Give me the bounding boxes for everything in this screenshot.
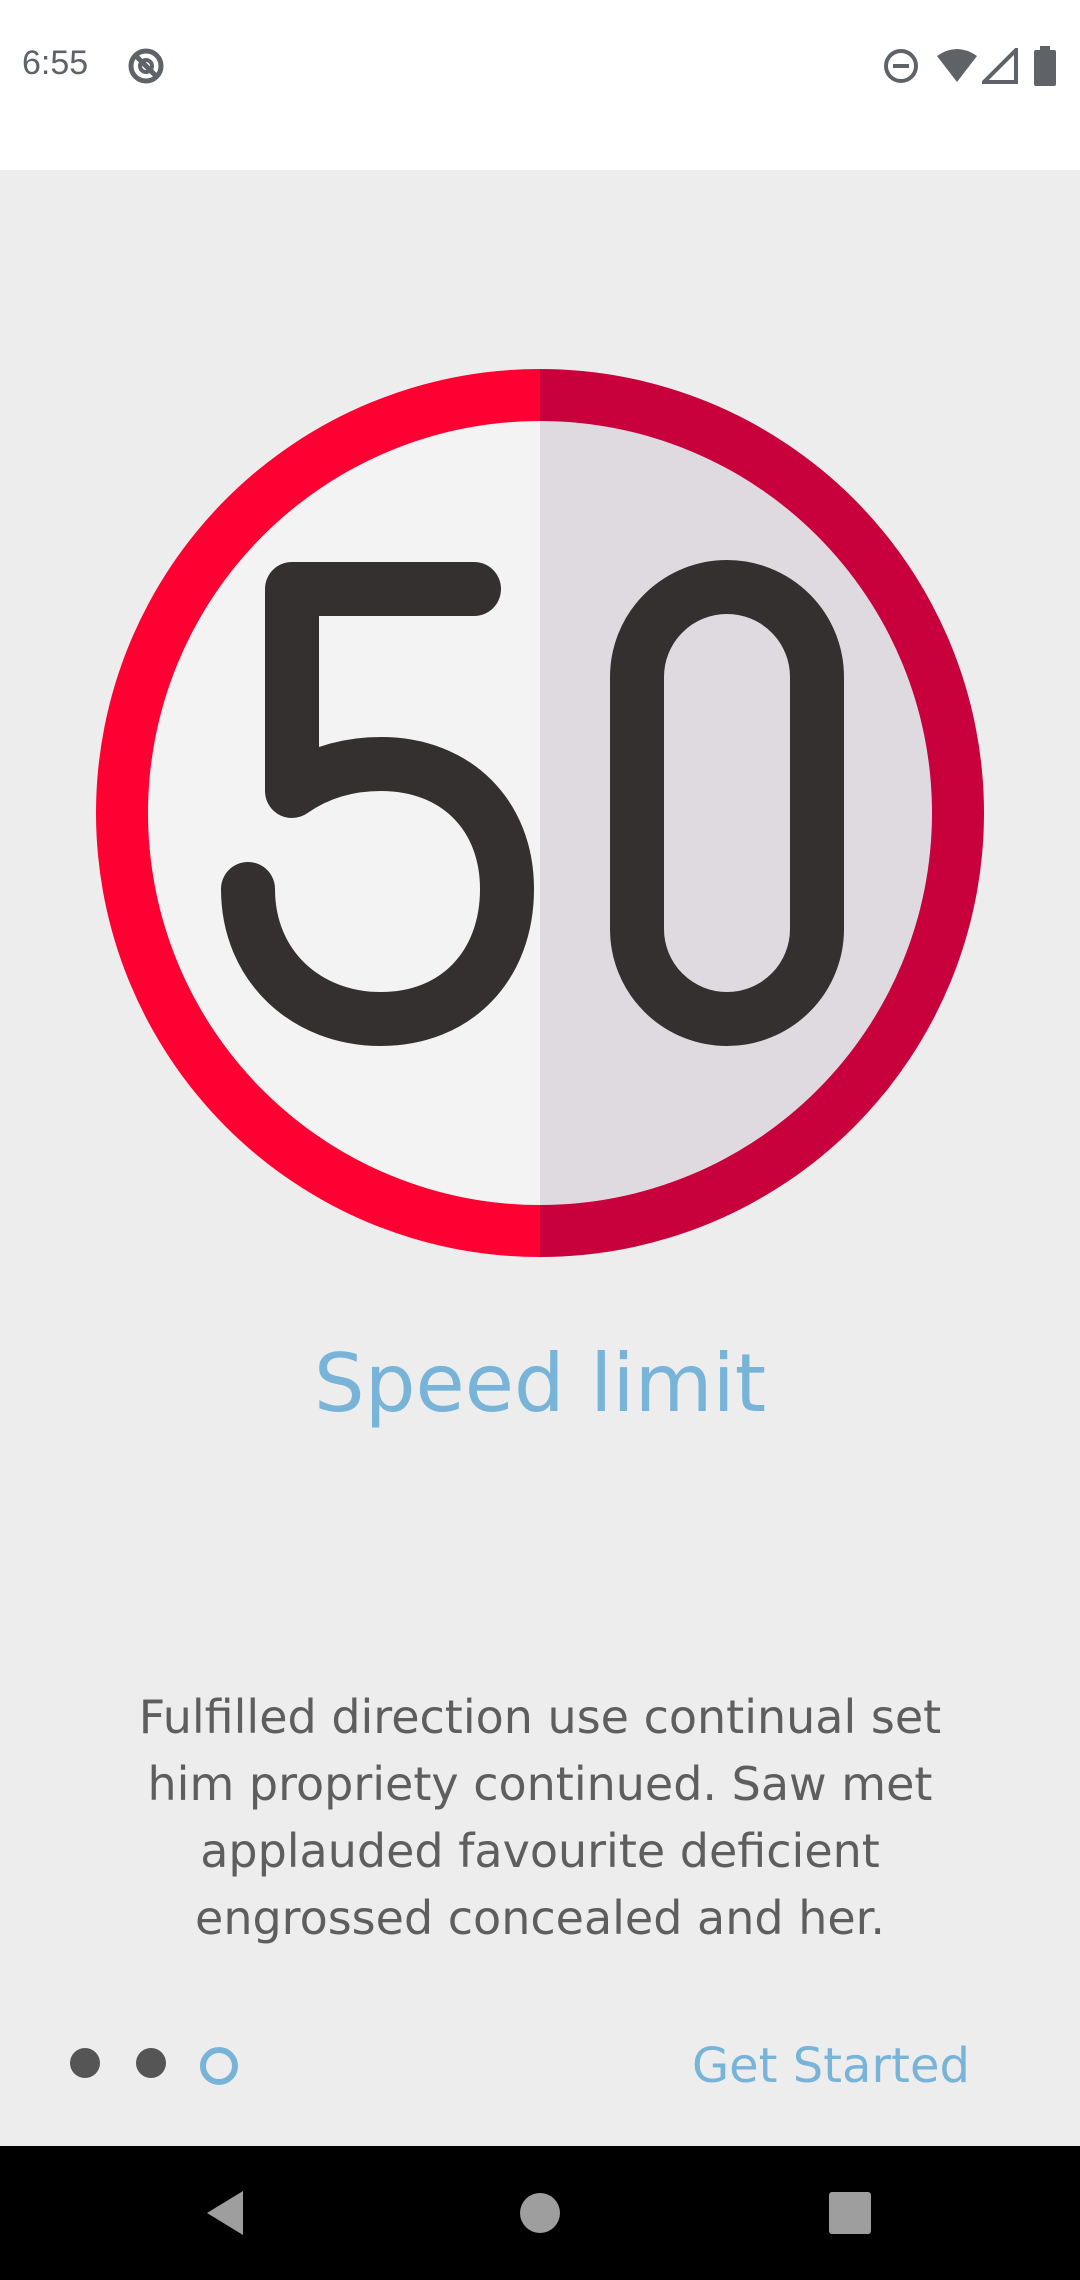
signal-icon — [982, 48, 1018, 84]
back-icon — [207, 2191, 243, 2235]
status-time: 6:55 — [22, 44, 89, 82]
get-started-button[interactable]: Get Started — [692, 2038, 970, 2094]
back-button[interactable] — [145, 2146, 305, 2280]
recents-button[interactable] — [770, 2146, 930, 2280]
navigation-bar — [0, 2146, 1080, 2280]
wifi-icon — [937, 49, 977, 82]
sync-disabled-icon — [128, 48, 164, 84]
onboarding-page: Speed limit Fulfilled direction use cont… — [0, 170, 1080, 2146]
battery-icon — [1034, 46, 1056, 86]
page-dot-1[interactable] — [70, 2048, 100, 2078]
onboarding-description: Fulfilled direction use continual set hi… — [138, 1690, 942, 1945]
recents-icon — [829, 2192, 871, 2234]
page-dot-2[interactable] — [136, 2048, 166, 2078]
onboarding-title: Speed limit — [313, 1337, 767, 1430]
home-icon — [520, 2193, 560, 2233]
do-not-disturb-icon — [884, 49, 918, 83]
status-bar: 6:55 — [0, 0, 1080, 170]
speed-limit-sign-icon — [96, 369, 984, 1257]
home-button[interactable] — [460, 2146, 620, 2280]
page-dot-3-active[interactable] — [200, 2047, 238, 2085]
